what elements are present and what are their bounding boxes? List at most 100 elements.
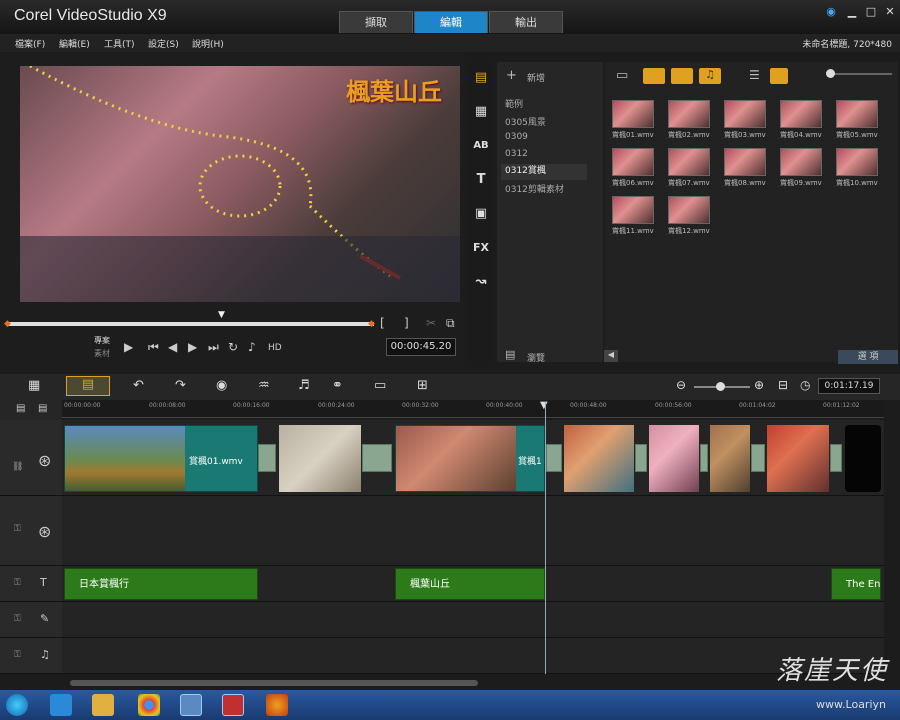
home-icon[interactable]: ⏮ <box>148 340 159 355</box>
preview-video[interactable]: 楓葉山丘 <box>20 66 460 302</box>
transition-clip[interactable] <box>258 444 276 472</box>
video-clip[interactable] <box>710 425 750 492</box>
menu-edit[interactable]: 編輯(E) <box>59 37 90 50</box>
redo-icon[interactable]: ↷ <box>175 378 186 393</box>
mode-clip[interactable]: 素材 <box>94 348 110 359</box>
transition-clip[interactable] <box>546 444 562 472</box>
path-icon[interactable]: ↝ <box>470 272 492 292</box>
fit-project-icon[interactable]: ⊟ <box>778 378 788 392</box>
lock-icon[interactable]: ⚿ <box>14 578 21 588</box>
track-manager-icon[interactable]: ▤ <box>16 403 25 414</box>
transition-clip[interactable] <box>362 444 392 472</box>
media-icon[interactable]: ▤ <box>470 68 492 88</box>
video-clip[interactable] <box>845 425 881 492</box>
trim-start-icon[interactable]: ◆ <box>4 319 11 329</box>
previous-frame-icon[interactable]: ◀ <box>168 340 177 354</box>
thumbnail[interactable] <box>780 100 822 128</box>
video-clip[interactable]: 賞楓01.wmv <box>64 425 258 492</box>
playhead-line[interactable] <box>545 402 546 674</box>
transition-clip[interactable] <box>635 444 647 472</box>
add-folder-icon[interactable]: + <box>506 68 517 83</box>
show-video-icon[interactable] <box>643 68 665 84</box>
thumbnail[interactable] <box>612 100 654 128</box>
thumbnail[interactable] <box>836 148 878 176</box>
title-clip[interactable]: The End <box>831 568 881 600</box>
multi-camera-icon[interactable]: ⊞ <box>417 378 428 393</box>
add-folder-label[interactable]: 新增 <box>527 71 545 84</box>
record-capture-icon[interactable]: ◉ <box>216 378 227 393</box>
motion-tracking-icon[interactable]: ⚭ <box>332 378 343 393</box>
folder-item[interactable]: 範例 <box>505 97 523 110</box>
remote-desktop-icon[interactable] <box>180 694 202 716</box>
thumbnail[interactable] <box>612 148 654 176</box>
playhead-marker-icon[interactable]: ▼ <box>540 400 548 411</box>
video-clip[interactable] <box>767 425 829 492</box>
play-icon[interactable]: ▶ <box>124 340 133 354</box>
enlarge-icon[interactable]: ⧉ <box>446 316 455 331</box>
video-clip[interactable]: 賞楓1 <box>395 425 545 492</box>
thumbnail[interactable] <box>668 196 710 224</box>
thumbnail[interactable] <box>836 100 878 128</box>
menu-file[interactable]: 檔案(F) <box>15 37 45 50</box>
minimize-button[interactable]: ▁ <box>843 5 861 19</box>
tab-share[interactable]: 輸出 <box>489 11 563 33</box>
list-view-icon[interactable]: ☰ <box>749 68 760 82</box>
zoom-slider-knob[interactable] <box>716 382 725 391</box>
timeline-view-icon[interactable]: ▤ <box>66 376 110 396</box>
lock-icon[interactable]: ⚿ <box>14 524 21 534</box>
hd-label[interactable]: HD <box>268 343 282 353</box>
folder-item[interactable]: 0312剪輯素材 <box>505 182 564 195</box>
thumbnail[interactable] <box>780 148 822 176</box>
title-clip[interactable]: 日本賞楓行 <box>64 568 258 600</box>
show-photo-icon[interactable] <box>671 68 693 84</box>
file-explorer-icon[interactable] <box>92 694 114 716</box>
repeat-icon[interactable]: ↻ <box>228 340 238 354</box>
video-clip[interactable] <box>279 425 361 492</box>
start-button[interactable] <box>6 694 28 716</box>
thumbnail[interactable] <box>724 100 766 128</box>
videostudio-taskbar-icon[interactable] <box>222 694 244 716</box>
thumbnail-view-icon[interactable] <box>770 68 788 84</box>
graphic-icon[interactable]: ▣ <box>470 204 492 224</box>
undo-icon[interactable]: ↶ <box>133 378 144 393</box>
lock-icon[interactable]: ⚿ <box>14 650 21 660</box>
zoom-out-icon[interactable]: ⊖ <box>676 378 686 392</box>
folder-item[interactable]: 0309 <box>505 132 528 142</box>
end-icon[interactable]: ⏭ <box>208 340 219 355</box>
browse-label[interactable]: 瀏覽 <box>527 351 545 364</box>
timeline-scrollbar[interactable] <box>70 680 478 686</box>
thumbnail[interactable] <box>668 100 710 128</box>
instant-project-icon[interactable]: ▦ <box>470 102 492 122</box>
tab-edit[interactable]: 編輯 <box>414 11 488 33</box>
thumbnail-size-slider[interactable] <box>826 73 892 75</box>
transition-clip[interactable] <box>751 444 765 472</box>
thumbnail[interactable] <box>612 196 654 224</box>
overlay-track[interactable] <box>62 496 884 566</box>
sound-mixer-icon[interactable]: ♒ <box>258 378 270 393</box>
menu-help[interactable]: 說明(H) <box>192 37 224 50</box>
tab-capture[interactable]: 擷取 <box>339 11 413 33</box>
menu-settings[interactable]: 設定(S) <box>148 37 179 50</box>
mark-out-icon[interactable]: ] <box>404 316 409 330</box>
scroll-left-icon[interactable]: ◀ <box>604 350 618 362</box>
subtitle-editor-icon[interactable]: ▭ <box>374 378 386 393</box>
title-clip[interactable]: 楓葉山丘 <box>395 568 545 600</box>
transition-icon[interactable]: AB <box>470 136 492 156</box>
transition-clip[interactable] <box>700 444 708 472</box>
voice-track[interactable] <box>62 602 884 638</box>
folder-item[interactable]: 0312 <box>505 149 528 159</box>
browse-icon[interactable]: ▤ <box>505 348 515 361</box>
title-icon[interactable]: T <box>470 170 492 190</box>
folder-item-selected[interactable]: 0312賞楓 <box>501 164 587 180</box>
thumbnail[interactable] <box>668 148 710 176</box>
folder-item[interactable]: 0305風景 <box>505 115 546 128</box>
next-frame-icon[interactable]: ▶ <box>188 340 197 354</box>
globe-icon[interactable]: ◉ <box>822 5 840 19</box>
lock-icon[interactable]: ⚿ <box>14 614 21 624</box>
zoom-in-icon[interactable]: ⊕ <box>754 378 764 392</box>
trim-end-icon[interactable]: ◆ <box>368 319 375 329</box>
chrome-icon[interactable] <box>138 694 160 716</box>
auto-music-icon[interactable]: ♬ <box>298 378 310 393</box>
ie-icon[interactable] <box>50 694 72 716</box>
transition-clip[interactable] <box>830 444 842 472</box>
